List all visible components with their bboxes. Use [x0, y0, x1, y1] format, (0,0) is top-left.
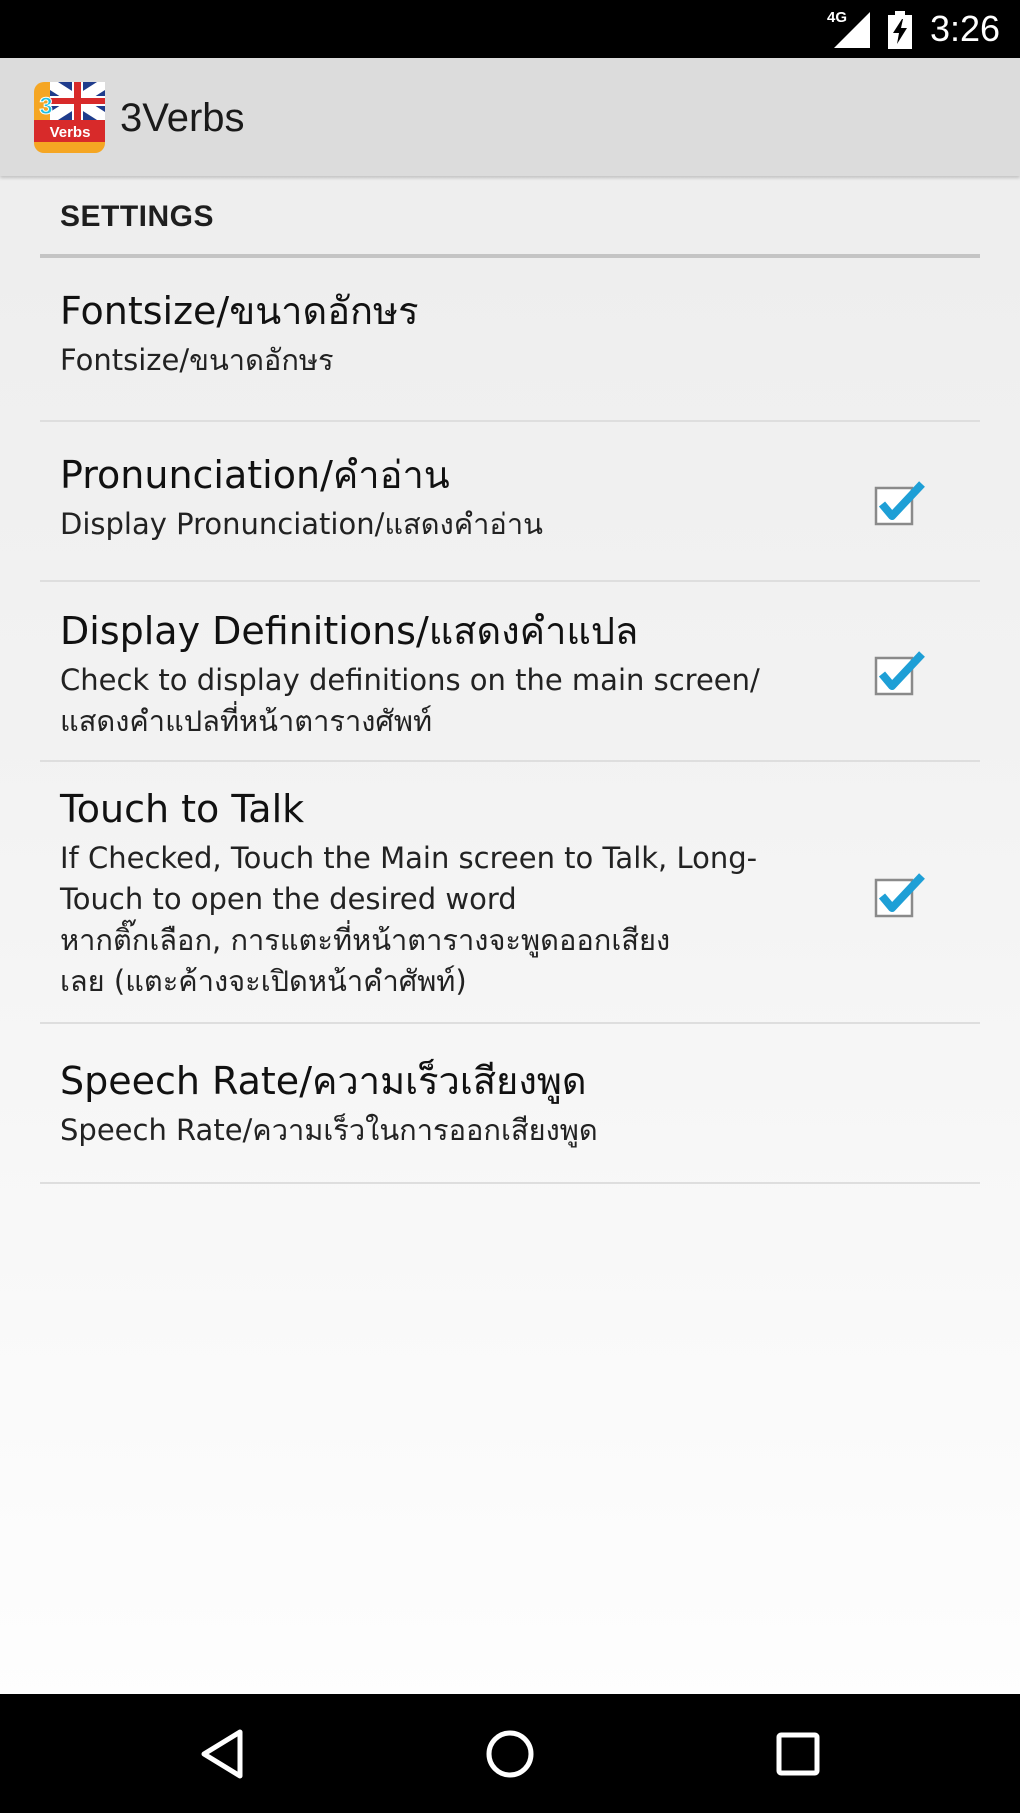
settings-list: SETTINGS Fontsize/ขนาดอักษร Fontsize/ขนา… — [40, 176, 980, 1184]
pref-title: Pronunciation/คำอ่าน — [60, 453, 450, 497]
clock: 3:26 — [930, 8, 1001, 49]
pref-summary: If Checked, Touch the Main screen to Tal… — [60, 841, 758, 998]
pref-touch-to-talk[interactable]: Touch to Talk If Checked, Touch the Main… — [40, 762, 980, 1024]
status-bar: 4G 3:26 — [0, 0, 1020, 58]
app-title: 3Verbs — [120, 96, 245, 140]
battery-charging-icon — [888, 11, 912, 49]
pref-title: Fontsize/ขนาดอักษร — [60, 289, 419, 333]
recents-icon[interactable] — [768, 1724, 828, 1784]
pronunciation-checkbox[interactable] — [872, 476, 930, 528]
pref-text: Pronunciation/คำอ่าน Display Pronunciati… — [60, 452, 820, 545]
pref-text: Speech Rate/ความเร็วเสียงพูด Speech Rate… — [60, 1058, 820, 1151]
pref-display-definitions[interactable]: Display Definitions/แสดงคำแปล Check to d… — [40, 582, 980, 762]
section-header-label: SETTINGS — [60, 200, 215, 233]
section-header: SETTINGS — [40, 176, 980, 258]
pref-summary: Fontsize/ขนาดอักษร — [60, 343, 334, 377]
navigation-bar — [0, 1694, 1020, 1813]
app-icon-digit: 3 — [39, 93, 52, 120]
pref-text: Touch to Talk If Checked, Touch the Main… — [60, 786, 820, 1002]
pref-fontsize[interactable]: Fontsize/ขนาดอักษร Fontsize/ขนาดอักษร — [40, 258, 980, 422]
pref-summary: Speech Rate/ความเร็วในการออกเสียงพูด — [60, 1113, 598, 1147]
pref-pronunciation[interactable]: Pronunciation/คำอ่าน Display Pronunciati… — [40, 422, 980, 582]
pref-text: Display Definitions/แสดงคำแปล Check to d… — [60, 608, 820, 742]
signal-icon — [834, 12, 870, 48]
pref-title: Display Definitions/แสดงคำแปล — [60, 609, 639, 653]
app-logo-icon: Verbs 3 — [34, 82, 105, 153]
pref-text: Fontsize/ขนาดอักษร Fontsize/ขนาดอักษร — [60, 288, 820, 381]
home-icon[interactable] — [480, 1724, 540, 1784]
pref-title: Speech Rate/ความเร็วเสียงพูด — [60, 1059, 587, 1103]
display-definitions-checkbox[interactable] — [872, 646, 930, 698]
pref-summary: Display Pronunciation/แสดงคำอ่าน — [60, 507, 543, 541]
touch-to-talk-checkbox[interactable] — [872, 868, 930, 920]
pref-title: Touch to Talk — [60, 787, 305, 831]
app-icon-text: Verbs — [50, 124, 91, 141]
back-icon[interactable] — [192, 1724, 252, 1784]
pref-summary: Check to display definitions on the main… — [60, 663, 760, 738]
action-bar: Verbs 3 3Verbs — [0, 58, 1020, 176]
pref-speech-rate[interactable]: Speech Rate/ความเร็วเสียงพูด Speech Rate… — [40, 1024, 980, 1184]
